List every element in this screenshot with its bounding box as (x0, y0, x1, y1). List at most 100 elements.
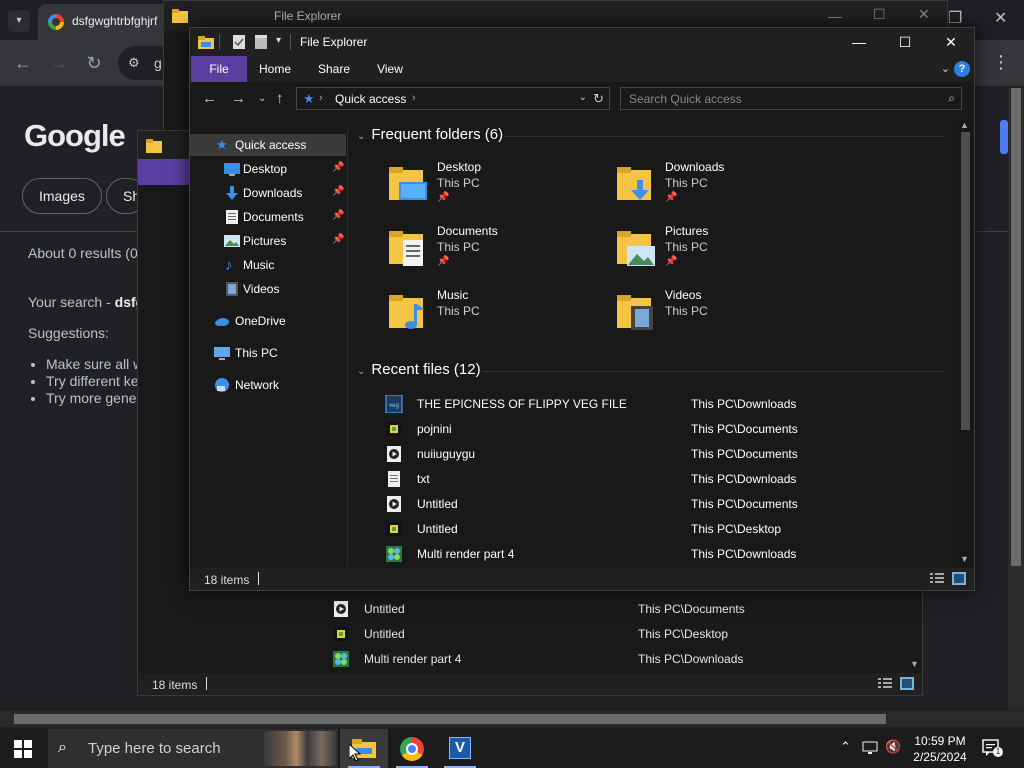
chrome-back-icon[interactable]: ← (12, 52, 34, 74)
sidebar-item-label: OneDrive (235, 314, 286, 328)
taskbar-search-box[interactable]: ⌕ Type here to search (48, 729, 338, 768)
search-highlight-image[interactable] (264, 731, 336, 766)
scroll-down-icon[interactable]: ▼ (910, 659, 919, 669)
search-icon[interactable]: ⌕ (948, 91, 955, 106)
folder-icon (172, 9, 188, 23)
scroll-thumb[interactable] (961, 132, 970, 430)
list-item[interactable]: txt This PC\Downloads (385, 467, 945, 492)
list-item[interactable]: pojnini This PC\Documents (385, 417, 945, 442)
chrome-reload-icon[interactable]: ↻ (83, 52, 105, 74)
file-location: This PC\Desktop (638, 627, 729, 641)
tile-location: This PC (437, 176, 480, 190)
chrome-menu-icon[interactable]: ⋮ (992, 52, 1010, 73)
scroll-thumb[interactable] (14, 714, 886, 724)
sidebar-item-network[interactable]: Network (190, 374, 346, 396)
folder-tile-pictures[interactable]: Pictures This PC 📌 (617, 224, 837, 280)
sidebar-item-pictures[interactable]: Pictures 📌 (190, 230, 346, 252)
sidebar-item-music[interactable]: ♪ Music (190, 254, 346, 276)
properties-icon[interactable] (231, 34, 247, 50)
tab-file[interactable]: File (191, 56, 247, 82)
file-explorer-window[interactable]: ▾ File Explorer — ☐ ✕ File Home Share Vi… (189, 27, 975, 591)
sidebar-item-this-pc[interactable]: This PC (190, 342, 346, 364)
taskbar-file-explorer[interactable] (340, 729, 388, 768)
content-vertical-scrollbar[interactable]: ▲ ▼ (957, 120, 974, 566)
search-input[interactable] (621, 88, 931, 109)
chrome-restore-icon[interactable]: ❐ (948, 8, 962, 28)
side-panel-tab[interactable] (1000, 120, 1008, 154)
chrome-close-icon[interactable]: ✕ (994, 8, 1007, 28)
recent-files-header[interactable]: ⌄ Recent files (12) (357, 361, 481, 381)
file-location: This PC\Downloads (691, 397, 797, 411)
chrome-tab[interactable]: dsfgwghtrbfghjrf (38, 4, 178, 40)
chrome-icon (400, 737, 424, 761)
taskbar-vegas[interactable]: V (436, 729, 484, 768)
breadcrumb-quick-access[interactable]: Quick access (335, 92, 406, 106)
list-item[interactable]: Untitled This PC\Documents (385, 492, 945, 517)
list-item[interactable]: Multi render part 4 This PC\Downloads (385, 542, 945, 566)
close-button[interactable]: ✕ (928, 28, 974, 56)
volume-muted-icon[interactable]: 🔇 (885, 739, 901, 755)
forward-arrow-icon[interactable]: → (231, 90, 246, 107)
breadcrumb-separator-icon[interactable]: › (412, 92, 416, 104)
address-history-icon[interactable]: ⌄ (579, 92, 587, 103)
sidebar-item-quick-access[interactable]: ★ Quick access (190, 134, 346, 156)
folder-tile-downloads[interactable]: Downloads This PC 📌 (617, 160, 837, 216)
address-bar[interactable]: ★ › Quick access › ⌄ ↻ (296, 87, 610, 110)
folder-tile-desktop[interactable]: Desktop This PC 📌 (389, 160, 609, 216)
refresh-icon[interactable]: ↻ (593, 91, 604, 107)
sidebar-item-documents[interactable]: Documents 📌 (190, 206, 346, 228)
tiles-view-icon[interactable] (900, 677, 914, 690)
site-info-icon[interactable]: ⚙ (128, 55, 144, 71)
system-clock[interactable]: 10:59 PM 2/25/2024 (902, 733, 978, 765)
list-item[interactable]: Untitled This PC\Desktop (385, 517, 945, 542)
details-view-icon[interactable] (878, 677, 892, 690)
tab-home[interactable]: Home (254, 56, 296, 82)
list-item[interactable]: nuiiuguygu This PC\Documents (385, 442, 945, 467)
frequent-folders-header[interactable]: ⌄ Frequent folders (6) (357, 126, 503, 146)
chrome-forward-icon[interactable]: → (48, 52, 70, 74)
details-view-icon[interactable] (930, 572, 944, 585)
minimize-button[interactable]: — (836, 28, 882, 56)
back-minimize-icon[interactable]: — (828, 8, 842, 24)
folder-tile-documents[interactable]: Documents This PC 📌 (389, 224, 609, 280)
windows-start-icon[interactable] (14, 740, 32, 758)
chrome-horizontal-scrollbar[interactable] (0, 711, 1024, 727)
network-status-icon[interactable] (862, 741, 880, 755)
google-logo[interactable]: Google (24, 118, 126, 154)
back-arrow-icon[interactable]: ← (202, 90, 217, 107)
chip-images[interactable]: Images (22, 178, 102, 214)
sidebar-item-downloads[interactable]: Downloads 📌 (190, 182, 346, 204)
back-file-tab[interactable] (138, 159, 190, 185)
qat-customize-icon[interactable]: ▾ (276, 35, 281, 46)
show-hidden-icons-icon[interactable]: ⌃ (840, 739, 851, 755)
taskbar-chrome[interactable] (388, 729, 436, 768)
expand-ribbon-icon[interactable]: ⌄ (941, 62, 950, 75)
help-icon[interactable]: ? (954, 61, 970, 77)
sidebar-item-desktop[interactable]: Desktop 📌 (190, 158, 346, 180)
scroll-down-icon[interactable]: ▼ (960, 554, 969, 564)
search-box[interactable]: ⌕ (620, 87, 962, 110)
back-maximize-icon[interactable]: ☐ (873, 6, 886, 23)
scroll-thumb[interactable] (1011, 88, 1021, 566)
scroll-up-icon[interactable]: ▲ (960, 120, 969, 130)
breadcrumb-separator-icon[interactable]: › (319, 92, 323, 104)
collapse-chevron-icon[interactable]: ⌄ (357, 366, 365, 377)
tab-share[interactable]: Share (314, 56, 354, 82)
back-close-icon[interactable]: ✕ (918, 6, 930, 23)
up-arrow-icon[interactable]: ↑ (276, 90, 284, 107)
collapse-chevron-icon[interactable]: ⌄ (357, 131, 365, 142)
folder-tile-videos[interactable]: Videos This PC (617, 288, 837, 344)
notification-center-icon[interactable]: 1 (980, 737, 1003, 759)
sidebar-item-onedrive[interactable]: OneDrive (190, 310, 346, 332)
chrome-vertical-scrollbar[interactable] (1008, 88, 1024, 710)
list-item[interactable]: veg THE EPICNESS OF FLIPPY VEG FILE This… (385, 392, 945, 417)
new-folder-icon[interactable] (253, 34, 269, 50)
explorer-titlebar[interactable]: ▾ File Explorer — ☐ ✕ (190, 28, 974, 56)
maximize-button[interactable]: ☐ (882, 28, 928, 56)
sidebar-item-videos[interactable]: Videos (190, 278, 346, 300)
tab-view[interactable]: View (372, 56, 408, 82)
tiles-view-icon[interactable] (952, 572, 966, 585)
tab-search-button[interactable]: ▾ (8, 10, 30, 32)
folder-tile-music[interactable]: Music This PC (389, 288, 609, 344)
recent-locations-icon[interactable]: ⌄ (258, 93, 266, 104)
